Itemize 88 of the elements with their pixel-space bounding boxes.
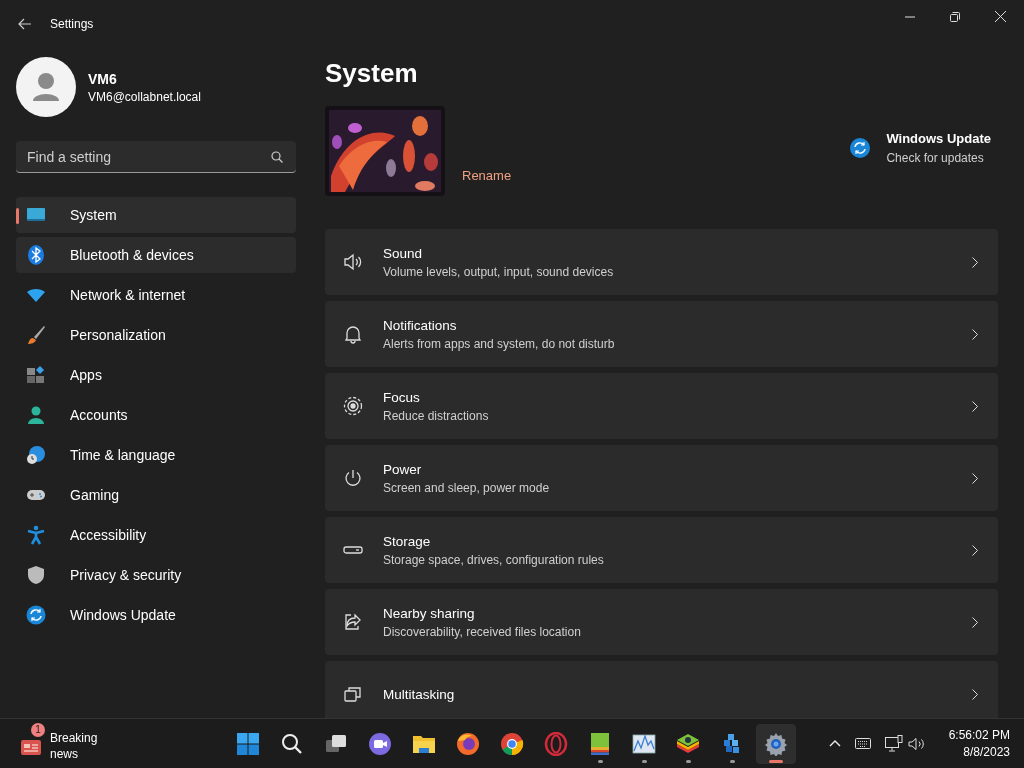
clock[interactable]: 6:56:02 PM 8/8/2023 [948, 728, 1010, 759]
search-icon [280, 731, 304, 756]
card-description: Storage space, drives, configuration rules [383, 552, 605, 567]
search-icon [271, 151, 283, 163]
windows-icon [343, 684, 363, 704]
start-icon [236, 731, 260, 756]
nav-item[interactable]: Windows Update [16, 597, 296, 633]
keyboard-icon[interactable] [854, 738, 871, 749]
nav-item[interactable]: Personalization [16, 317, 296, 353]
update-title[interactable]: Windows Update [886, 131, 991, 146]
update-icon [850, 138, 871, 158]
close-icon[interactable] [995, 11, 1006, 22]
settings-card[interactable]: Multitasking [325, 661, 998, 718]
ring-icon [544, 731, 568, 756]
fox-browser-icon [456, 731, 480, 756]
nav-item[interactable]: Accounts [16, 397, 296, 433]
notification-badge: 1 [31, 722, 45, 737]
chevron-icon [972, 472, 978, 484]
nav-item[interactable]: Gaming [16, 477, 296, 513]
bluetooth-icon [26, 245, 46, 265]
card-title: Focus [383, 389, 421, 405]
card-title: Power [383, 461, 423, 477]
nav-item[interactable]: Bluetooth & devices [16, 237, 296, 273]
nav-item[interactable]: Network & internet [16, 277, 296, 313]
account-name: VM6 [88, 70, 118, 87]
apps-icon [26, 365, 46, 385]
settings-icon [764, 731, 788, 756]
update-status: Check for updates [886, 151, 985, 165]
layers-icon [676, 731, 700, 756]
search-field[interactable]: Find a setting [16, 141, 296, 173]
news-headline: Breaking news [50, 729, 99, 762]
card-description: Screen and sleep, power mode [383, 480, 551, 495]
share-icon [343, 612, 363, 632]
card-description: Volume levels, output, input, sound devices [383, 264, 615, 279]
clock-date: 8/8/2023 [963, 745, 1010, 759]
restore-icon[interactable] [950, 11, 960, 22]
settings-card[interactable]: Storage Storage space, drives, configuration rules [325, 517, 998, 583]
clock-time: 6:56:02 PM [948, 728, 1010, 742]
chevron-icon [972, 688, 978, 700]
chevron-icon [972, 328, 978, 340]
chat-icon [368, 731, 392, 756]
nav-item[interactable]: System [16, 197, 296, 233]
privacy-icon [26, 565, 46, 585]
chart-icon [632, 731, 656, 756]
card-description: Discoverability, received files location [383, 624, 582, 639]
card-description: Reduce distractions [383, 408, 490, 423]
settings-card[interactable]: Nearby sharing Discoverability, received files location [325, 589, 998, 655]
speaker-icon [343, 252, 363, 272]
focus-icon [343, 396, 363, 416]
accounts-icon [26, 405, 46, 425]
back-icon[interactable] [18, 18, 32, 30]
news-widget[interactable]: 1 Breaking news [20, 721, 226, 766]
chevron-up-icon[interactable] [828, 740, 841, 747]
volume-icon[interactable] [907, 736, 925, 751]
chevron-icon [972, 400, 978, 412]
nav-item[interactable]: Apps [16, 357, 296, 393]
power-icon [343, 468, 363, 488]
card-title: Sound [383, 245, 424, 261]
nav-item[interactable]: Time & language [16, 437, 296, 473]
avatar-icon [16, 57, 76, 117]
rename-link[interactable]: Rename [462, 168, 512, 183]
update-icon [26, 605, 46, 625]
taskbar-app[interactable] [756, 723, 796, 764]
settings-card[interactable]: Power Screen and sleep, power mode [325, 445, 998, 511]
card-title: Nearby sharing [383, 605, 476, 621]
time-icon [26, 445, 46, 465]
network-icon[interactable] [884, 735, 903, 752]
card-description: Alerts from apps and system, do not disturb [383, 336, 616, 351]
chevron-icon [972, 544, 978, 556]
browser-icon [500, 731, 524, 756]
card-title: Multitasking [383, 686, 456, 702]
accessibility-icon [26, 525, 46, 545]
account-email: VM6@collabnet.local [88, 89, 201, 104]
card-title: Notifications [383, 317, 458, 333]
bell-icon [343, 324, 363, 344]
brush-icon [26, 325, 46, 345]
window-title: Settings [50, 17, 94, 31]
chevron-icon [972, 616, 978, 628]
settings-card[interactable]: Sound Volume levels, output, input, sound devices [325, 229, 998, 295]
nav-item[interactable]: Accessibility [16, 517, 296, 553]
chevron-icon [972, 256, 978, 268]
minimize-icon[interactable] [905, 15, 915, 18]
page-title: System [325, 58, 419, 90]
settings-card[interactable]: Focus Reduce distractions [325, 373, 998, 439]
nav-item[interactable]: Privacy & security [16, 557, 296, 593]
settings-card[interactable]: Notifications Alerts from apps and system, do not disturb [325, 301, 998, 367]
card-title: Storage [383, 533, 432, 549]
stack-icon [588, 731, 612, 756]
